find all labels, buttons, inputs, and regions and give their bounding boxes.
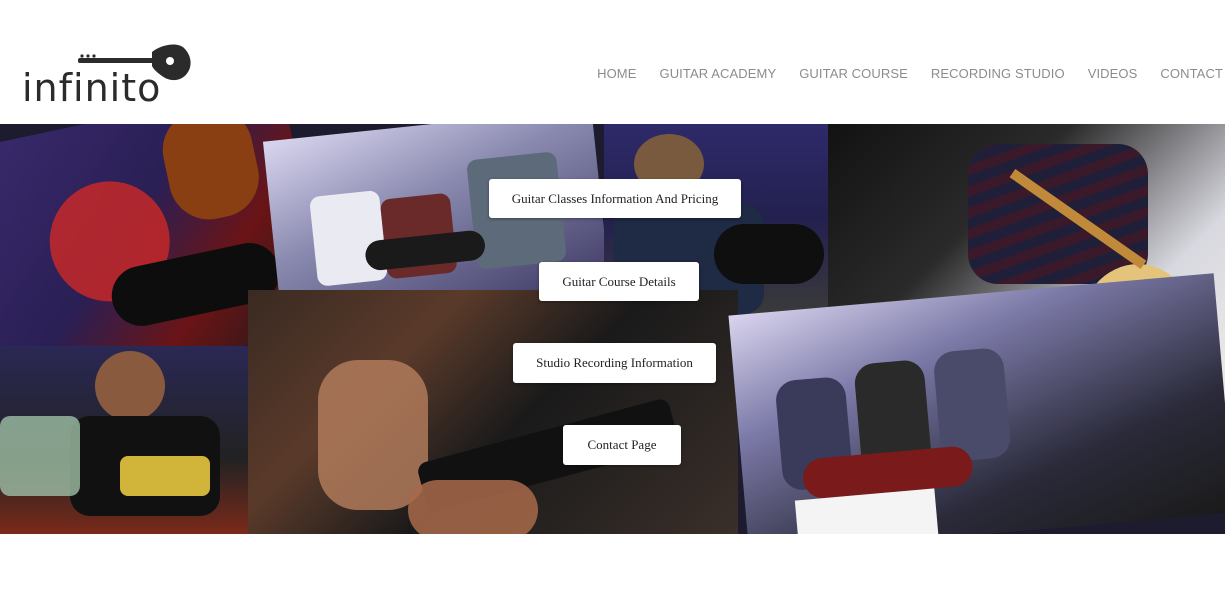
- nav-item-guitar-course[interactable]: GUITAR COURSE: [799, 66, 908, 81]
- nav-item-contact[interactable]: CONTACT: [1160, 66, 1223, 81]
- collage-photo-classroom: [728, 273, 1225, 534]
- page: infinito HOME GUITAR ACADEMY GUITAR COUR…: [0, 0, 1225, 600]
- hero-collage: Guitar Classes Information And Pricing G…: [0, 124, 1225, 534]
- nav-item-videos[interactable]: VIDEOS: [1088, 66, 1138, 81]
- site-header: infinito HOME GUITAR ACADEMY GUITAR COUR…: [0, 0, 1225, 124]
- guitar-classes-pricing-button[interactable]: Guitar Classes Information And Pricing: [489, 179, 741, 218]
- studio-recording-info-button[interactable]: Studio Recording Information: [513, 343, 716, 383]
- guitar-course-details-button[interactable]: Guitar Course Details: [539, 262, 699, 301]
- nav-item-guitar-academy[interactable]: GUITAR ACADEMY: [659, 66, 776, 81]
- main-nav: HOME GUITAR ACADEMY GUITAR COURSE RECORD…: [574, 66, 1223, 81]
- site-logo[interactable]: infinito: [22, 42, 197, 112]
- contact-page-button[interactable]: Contact Page: [563, 425, 681, 465]
- nav-item-recording-studio[interactable]: RECORDING STUDIO: [931, 66, 1065, 81]
- collage-photo-seated-guitarist: [0, 346, 248, 534]
- nav-item-home[interactable]: HOME: [597, 66, 636, 81]
- logo-wordmark: infinito: [22, 66, 162, 110]
- collage-photo-guitar-closeup: [248, 290, 738, 534]
